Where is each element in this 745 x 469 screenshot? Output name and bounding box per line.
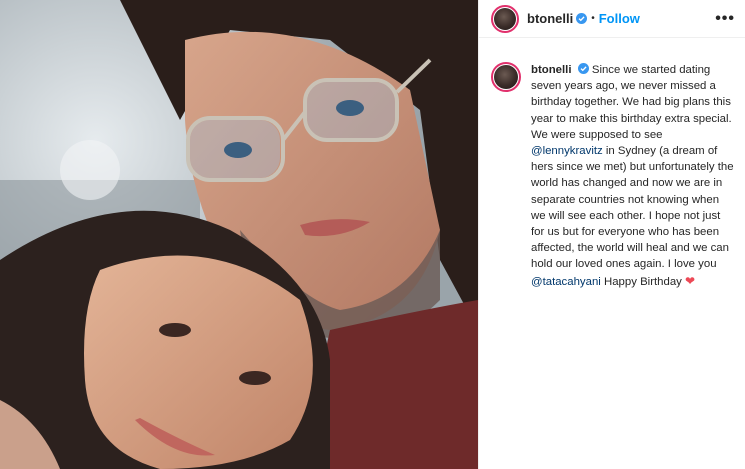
heart-emoji-icon: ❤ [685,273,696,288]
caption-author-username[interactable]: btonelli [531,64,572,76]
verified-badge-icon [576,13,588,24]
caption-part-3: Happy Birthday [600,275,686,288]
mention-lennykravitz[interactable]: @lennykravitz [531,145,603,157]
caption-comment: btonelli Since we started dating seven y… [479,38,745,290]
caption-verified-badge-icon [577,63,589,74]
mention-tatacahyani[interactable]: @tatacahyani [531,276,601,288]
author-username[interactable]: btonelli [527,11,573,26]
post-photo[interactable] [0,0,478,469]
separator-dot: • [591,13,595,24]
more-options-icon[interactable]: ••• [715,10,735,28]
follow-button[interactable]: Follow [599,11,640,26]
post-side-panel: btonelli • Follow ••• btonelli Since we … [478,0,745,469]
caption-text: btonelli Since we started dating seven y… [531,62,735,290]
couple-photo-illustration [0,0,478,469]
caption-author-avatar[interactable] [491,62,521,92]
author-avatar[interactable] [491,4,519,33]
post-header: btonelli • Follow ••• [479,0,745,38]
caption-part-2: in Sydney (a dream of hers since we met)… [531,145,734,271]
